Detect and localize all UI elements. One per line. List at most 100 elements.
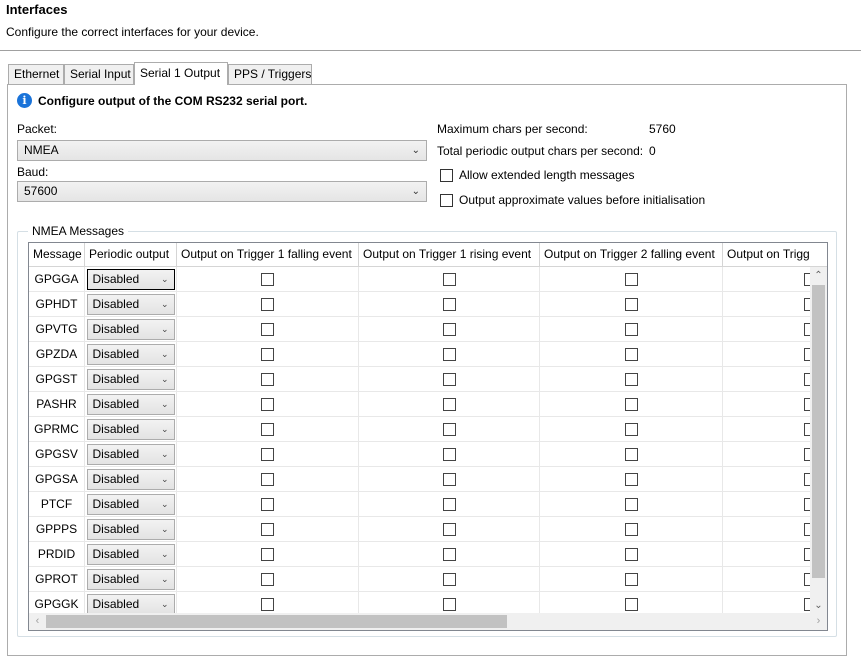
trigger1-falling-checkbox[interactable] — [261, 272, 274, 286]
vertical-scroll-thumb[interactable] — [812, 285, 825, 578]
trigger2-falling-checkbox[interactable] — [624, 397, 638, 411]
trigger1-rising-checkbox[interactable] — [442, 297, 456, 311]
packet-select[interactable]: NMEA ⌄ — [17, 140, 427, 161]
periodic-output-select[interactable]: Disabled ⌄ — [86, 493, 175, 515]
trigger1-rising-cell — [359, 292, 540, 317]
trigger1-rising-checkbox[interactable] — [442, 397, 456, 411]
tab-serial-input[interactable]: Serial Input — [64, 64, 134, 84]
trigger2-falling-cell — [540, 542, 723, 567]
periodic-output-select[interactable]: Disabled ⌄ — [86, 343, 175, 365]
scroll-right-arrow-icon[interactable]: › — [810, 613, 827, 630]
trigger1-rising-checkbox[interactable] — [442, 422, 456, 436]
trigger2-falling-checkbox[interactable] — [624, 297, 638, 311]
trigger1-rising-checkbox[interactable] — [442, 572, 456, 586]
periodic-output-select[interactable]: Disabled ⌄ — [86, 568, 175, 590]
chevron-down-icon: ⌄ — [160, 573, 169, 584]
chevron-down-icon: ⌄ — [160, 348, 169, 359]
trigger1-rising-checkbox[interactable] — [442, 522, 456, 536]
nmea-messages-group: NMEA Messages Message Periodic output Ou… — [17, 224, 837, 637]
trigger1-falling-checkbox[interactable] — [261, 547, 274, 561]
trigger1-falling-checkbox[interactable] — [261, 572, 274, 586]
scroll-up-arrow-icon[interactable]: ⌃ — [810, 267, 827, 284]
column-header-trigger1-falling[interactable]: Output on Trigger 1 falling event — [177, 243, 359, 267]
trigger2-falling-checkbox[interactable] — [624, 497, 638, 511]
periodic-output-select[interactable]: Disabled ⌄ — [86, 318, 175, 340]
tab-ethernet[interactable]: Ethernet — [8, 64, 64, 84]
trigger1-falling-checkbox[interactable] — [261, 397, 274, 411]
chevron-down-icon: ⌄ — [160, 498, 169, 509]
trigger1-falling-checkbox[interactable] — [261, 297, 274, 311]
periodic-output-select[interactable]: Disabled ⌄ — [86, 268, 175, 290]
periodic-output-select[interactable]: Disabled ⌄ — [86, 593, 175, 615]
column-header-trigger2-falling[interactable]: Output on Trigger 2 falling event — [540, 243, 723, 267]
trigger1-falling-checkbox[interactable] — [261, 347, 274, 361]
trigger1-falling-checkbox[interactable] — [261, 322, 274, 336]
trigger2-falling-checkbox[interactable] — [624, 597, 638, 611]
horizontal-scroll-thumb[interactable] — [46, 615, 507, 628]
periodic-output-select[interactable]: Disabled ⌄ — [86, 543, 175, 565]
column-header-trigger1-rising[interactable]: Output on Trigger 1 rising event — [359, 243, 540, 267]
trigger1-falling-checkbox[interactable] — [261, 497, 274, 511]
trigger2-falling-checkbox[interactable] — [624, 422, 638, 436]
trigger1-falling-checkbox[interactable] — [261, 372, 274, 386]
trigger1-rising-checkbox[interactable] — [442, 597, 456, 611]
periodic-output-cell: Disabled ⌄ — [85, 317, 177, 342]
trigger2-falling-checkbox[interactable] — [624, 272, 638, 286]
periodic-output-select[interactable]: Disabled ⌄ — [86, 368, 175, 390]
periodic-output-select[interactable]: Disabled ⌄ — [86, 443, 175, 465]
trigger1-rising-checkbox[interactable] — [442, 497, 456, 511]
output-approx-label: Output approximate values before initial… — [459, 193, 706, 207]
allow-extended-row[interactable]: Allow extended length messages — [440, 168, 634, 182]
trigger2-falling-checkbox[interactable] — [624, 447, 638, 461]
trigger2-falling-checkbox[interactable] — [624, 522, 638, 536]
message-name: PRDID — [29, 542, 85, 567]
trigger1-rising-checkbox[interactable] — [442, 547, 456, 561]
trigger1-falling-checkbox[interactable] — [261, 597, 274, 611]
periodic-output-value: Disabled — [92, 446, 140, 461]
chevron-down-icon: ⌄ — [160, 373, 169, 384]
tab-pps-triggers[interactable]: PPS / Triggers — [228, 64, 312, 84]
trigger1-rising-cell — [359, 567, 540, 592]
trigger2-falling-checkbox[interactable] — [624, 372, 638, 386]
scroll-left-arrow-icon[interactable]: ‹ — [29, 613, 46, 630]
periodic-output-select[interactable]: Disabled ⌄ — [86, 518, 175, 540]
column-header-message[interactable]: Message — [29, 243, 85, 267]
vertical-scrollbar[interactable]: ⌃ ⌄ — [810, 267, 827, 614]
table-row: GPROT Disabled ⌄ — [29, 567, 827, 592]
trigger2-falling-checkbox[interactable] — [624, 347, 638, 361]
horizontal-scrollbar[interactable]: ‹ › — [29, 613, 827, 630]
trigger1-rising-checkbox[interactable] — [442, 447, 456, 461]
column-header-periodic-output[interactable]: Periodic output — [85, 243, 177, 267]
baud-select[interactable]: 57600 ⌄ — [17, 181, 427, 202]
periodic-output-select[interactable]: Disabled ⌄ — [86, 293, 175, 315]
tab-serial-1-output[interactable]: Serial 1 Output — [134, 62, 228, 85]
periodic-output-value: Disabled — [92, 321, 140, 336]
output-approx-checkbox[interactable] — [440, 193, 453, 207]
trigger1-falling-checkbox[interactable] — [261, 472, 274, 486]
output-approx-row[interactable]: Output approximate values before initial… — [440, 193, 705, 207]
periodic-output-select[interactable]: Disabled ⌄ — [86, 418, 175, 440]
trigger2-falling-checkbox[interactable] — [624, 572, 638, 586]
trigger1-rising-checkbox[interactable] — [442, 372, 456, 386]
column-header-trigger2-rising[interactable]: Output on Trigg — [723, 243, 827, 267]
periodic-output-select[interactable]: Disabled ⌄ — [86, 393, 175, 415]
trigger1-rising-checkbox[interactable] — [442, 472, 456, 486]
trigger2-falling-checkbox[interactable] — [624, 472, 638, 486]
periodic-output-select[interactable]: Disabled ⌄ — [86, 468, 175, 490]
trigger1-falling-checkbox[interactable] — [261, 447, 274, 461]
trigger1-falling-checkbox[interactable] — [261, 522, 274, 536]
trigger1-falling-cell — [177, 442, 359, 467]
message-name: GPRMC — [29, 417, 85, 442]
trigger1-rising-checkbox[interactable] — [442, 322, 456, 336]
chevron-down-icon: ⌄ — [160, 548, 169, 559]
trigger2-falling-cell — [540, 342, 723, 367]
table-row: PTCF Disabled ⌄ — [29, 492, 827, 517]
trigger1-falling-checkbox[interactable] — [261, 422, 274, 436]
message-name: GPPPS — [29, 517, 85, 542]
scroll-down-arrow-icon[interactable]: ⌄ — [810, 597, 827, 614]
allow-extended-checkbox[interactable] — [440, 168, 453, 182]
trigger1-rising-checkbox[interactable] — [442, 272, 456, 286]
trigger1-rising-checkbox[interactable] — [442, 347, 456, 361]
trigger2-falling-checkbox[interactable] — [624, 547, 638, 561]
trigger2-falling-checkbox[interactable] — [624, 322, 638, 336]
